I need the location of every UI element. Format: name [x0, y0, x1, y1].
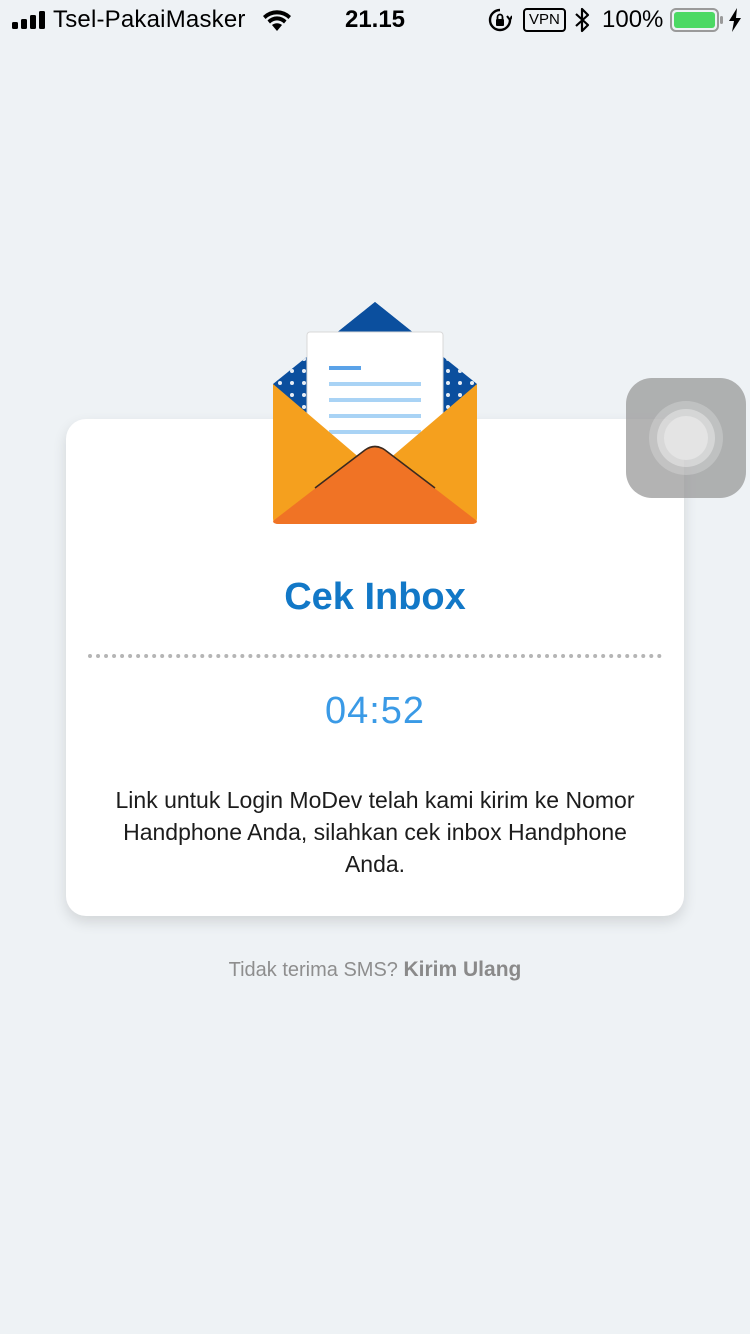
assistive-touch-button[interactable]: [626, 378, 746, 498]
assistive-touch-dot: [664, 416, 708, 460]
page-title: Cek Inbox: [284, 576, 466, 618]
resend-link[interactable]: Kirim Ulang: [404, 958, 522, 981]
status-bar: Tsel-PakaiMasker 21.15 VPN 100%: [0, 0, 750, 40]
bluetooth-icon: [575, 7, 590, 33]
charging-icon: [729, 8, 741, 32]
info-message: Link untuk Login MoDev telah kami kirim …: [115, 787, 635, 877]
wifi-icon: [263, 10, 291, 31]
battery-icon: [670, 8, 723, 32]
countdown-timer: 04:52: [324, 690, 426, 732]
open-envelope-icon: [273, 302, 477, 524]
battery-percentage: 100%: [602, 6, 664, 33]
dotted-divider: [88, 654, 662, 658]
vpn-badge: VPN: [523, 8, 566, 32]
status-time: 21.15: [344, 6, 406, 33]
resend-prompt: Tidak terima SMS?: [228, 959, 398, 981]
orientation-lock-icon: [488, 8, 512, 32]
carrier-name: Tsel-PakaiMasker: [53, 6, 246, 33]
resend-row: Tidak terima SMS? Kirim Ulang: [0, 958, 750, 982]
signal-icon: [12, 11, 45, 29]
